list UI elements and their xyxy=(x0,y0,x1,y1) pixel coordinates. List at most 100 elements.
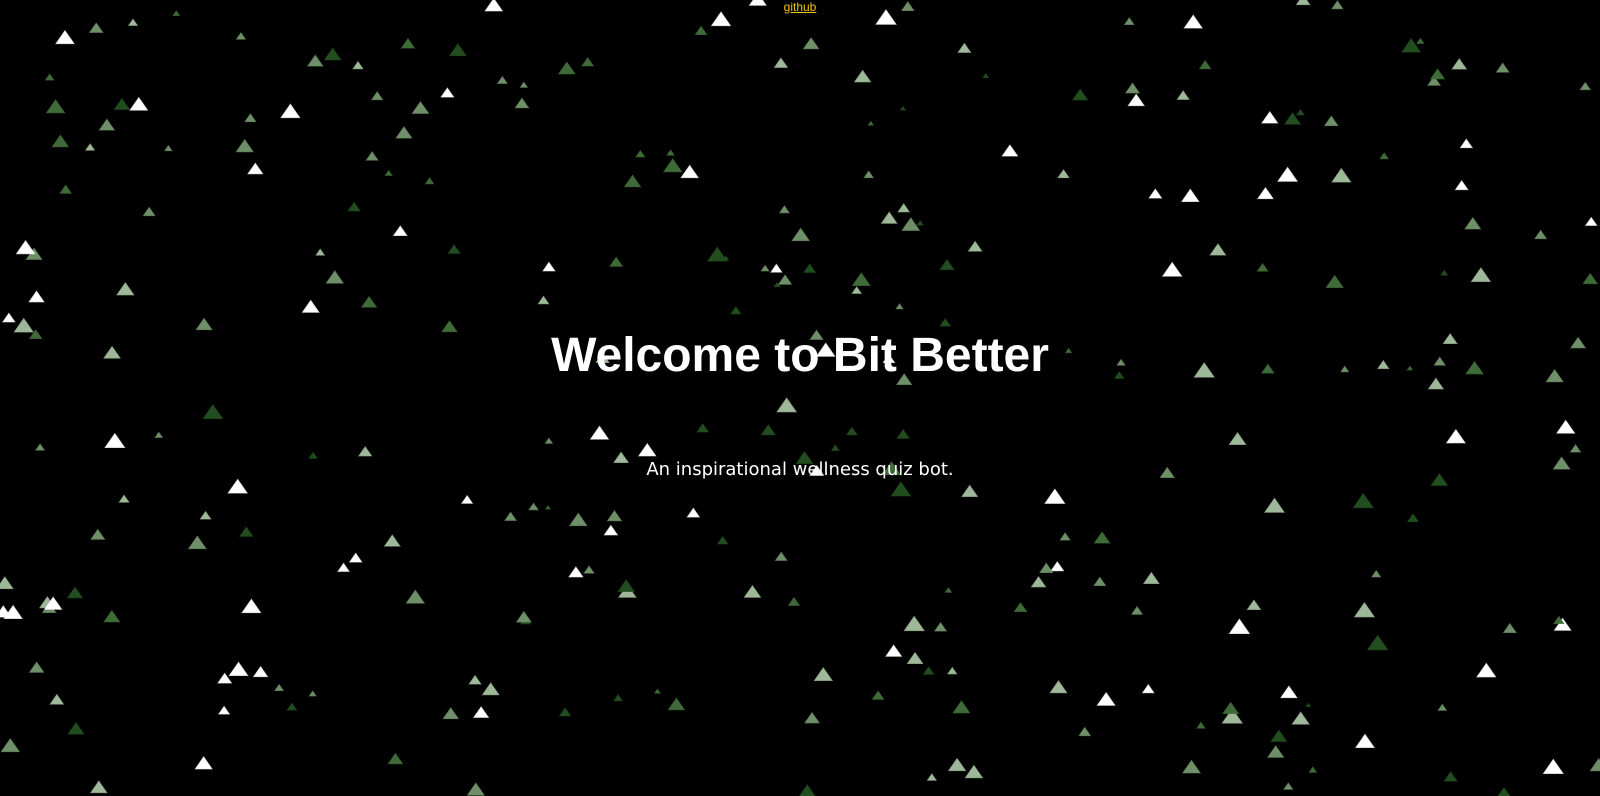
triangle-icon xyxy=(1584,216,1598,226)
triangle-icon xyxy=(1495,62,1510,73)
triangle-icon xyxy=(777,274,793,285)
triangle-icon xyxy=(544,505,552,510)
triangle-icon xyxy=(528,502,539,511)
triangle-icon xyxy=(853,69,872,83)
triangle-icon xyxy=(1181,759,1202,774)
triangle-icon xyxy=(1044,488,1066,504)
github-link[interactable]: github xyxy=(0,0,1600,14)
triangle-icon xyxy=(1305,702,1312,707)
triangle-icon xyxy=(947,757,967,772)
triangle-icon xyxy=(468,674,482,685)
triangle-icon xyxy=(1459,138,1474,149)
triangle-icon xyxy=(1256,262,1269,272)
page-subtitle: An inspirational wellness quiz bot. xyxy=(646,459,954,480)
triangle-icon xyxy=(802,37,820,50)
triangle-icon xyxy=(537,295,550,305)
triangle-icon xyxy=(1261,110,1279,124)
triangle-icon xyxy=(901,217,921,231)
triangle-icon xyxy=(1148,188,1163,199)
triangle-icon xyxy=(280,103,301,119)
triangle-icon xyxy=(411,100,430,114)
triangle-icon xyxy=(90,528,106,540)
triangle-icon xyxy=(496,75,508,84)
triangle-icon xyxy=(34,443,46,451)
triangle-icon xyxy=(895,303,904,310)
triangle-icon xyxy=(239,526,254,537)
triangle-icon xyxy=(933,621,948,632)
triangle-icon xyxy=(202,403,224,420)
triangle-icon xyxy=(1353,601,1376,618)
triangle-icon xyxy=(440,87,455,98)
triangle-icon xyxy=(163,144,173,152)
triangle-icon xyxy=(581,56,595,67)
triangle-icon xyxy=(104,432,126,449)
triangle-icon xyxy=(28,661,45,673)
triangle-icon xyxy=(1379,152,1390,160)
triangle-icon xyxy=(1256,186,1274,200)
triangle-icon xyxy=(348,552,363,563)
triangle-icon xyxy=(357,445,373,457)
triangle-icon xyxy=(885,644,903,657)
triangle-icon xyxy=(903,615,926,632)
triangle-icon xyxy=(813,666,834,681)
triangle-icon xyxy=(609,256,624,267)
triangle-icon xyxy=(694,25,708,35)
triangle-icon xyxy=(89,780,108,794)
triangle-icon xyxy=(830,444,840,451)
triangle-icon xyxy=(387,752,404,765)
triangle-icon xyxy=(217,705,231,715)
triangle-icon xyxy=(118,494,130,503)
triangle-icon xyxy=(1093,576,1107,587)
triangle-icon xyxy=(274,683,285,691)
triangle-icon xyxy=(880,211,898,224)
triangle-icon xyxy=(241,598,262,614)
triangle-icon xyxy=(1050,560,1065,572)
triangle-icon xyxy=(252,665,269,678)
triangle-icon xyxy=(347,201,361,212)
triangle-icon xyxy=(199,510,212,520)
triangle-icon xyxy=(384,169,393,176)
triangle-icon xyxy=(662,158,683,173)
triangle-icon xyxy=(1502,622,1517,633)
triangle-icon xyxy=(460,494,474,504)
triangle-icon xyxy=(896,428,911,439)
triangle-icon xyxy=(1123,17,1135,25)
triangle-icon xyxy=(680,164,700,179)
triangle-icon xyxy=(803,263,817,273)
triangle-icon xyxy=(395,125,413,139)
triangle-icon xyxy=(776,397,798,413)
triangle-icon xyxy=(1222,701,1240,714)
triangle-icon xyxy=(1323,115,1339,127)
triangle-icon xyxy=(519,81,529,88)
triangle-icon xyxy=(325,270,345,284)
triangle-icon xyxy=(1454,179,1469,191)
triangle-icon xyxy=(0,737,21,753)
triangle-icon xyxy=(1295,108,1306,116)
triangle-icon xyxy=(1130,605,1144,615)
triangle-icon xyxy=(770,263,783,273)
triangle-icon xyxy=(851,286,863,294)
triangle-icon xyxy=(1266,745,1285,758)
triangle-icon xyxy=(1569,443,1582,453)
triangle-icon xyxy=(1589,757,1600,772)
page-title: Welcome to Bit Better xyxy=(551,329,1049,382)
triangle-icon xyxy=(1180,188,1200,202)
triangle-icon xyxy=(696,423,710,433)
triangle-icon xyxy=(606,509,623,522)
triangle-icon xyxy=(44,73,55,81)
triangle-icon xyxy=(686,507,701,518)
triangle-icon xyxy=(637,442,657,457)
triangle-icon xyxy=(558,707,572,717)
triangle-icon xyxy=(961,484,979,498)
triangle-icon xyxy=(1270,729,1288,742)
triangle-icon xyxy=(1049,680,1068,694)
triangle-icon xyxy=(871,690,885,700)
triangle-icon xyxy=(617,579,636,592)
triangle-icon xyxy=(710,11,732,27)
triangle-icon xyxy=(323,47,342,61)
triangle-icon xyxy=(1127,93,1145,107)
triangle-icon xyxy=(365,151,379,161)
triangle-icon xyxy=(1582,272,1599,285)
triangle-icon xyxy=(59,184,73,194)
triangle-icon xyxy=(1401,37,1422,53)
